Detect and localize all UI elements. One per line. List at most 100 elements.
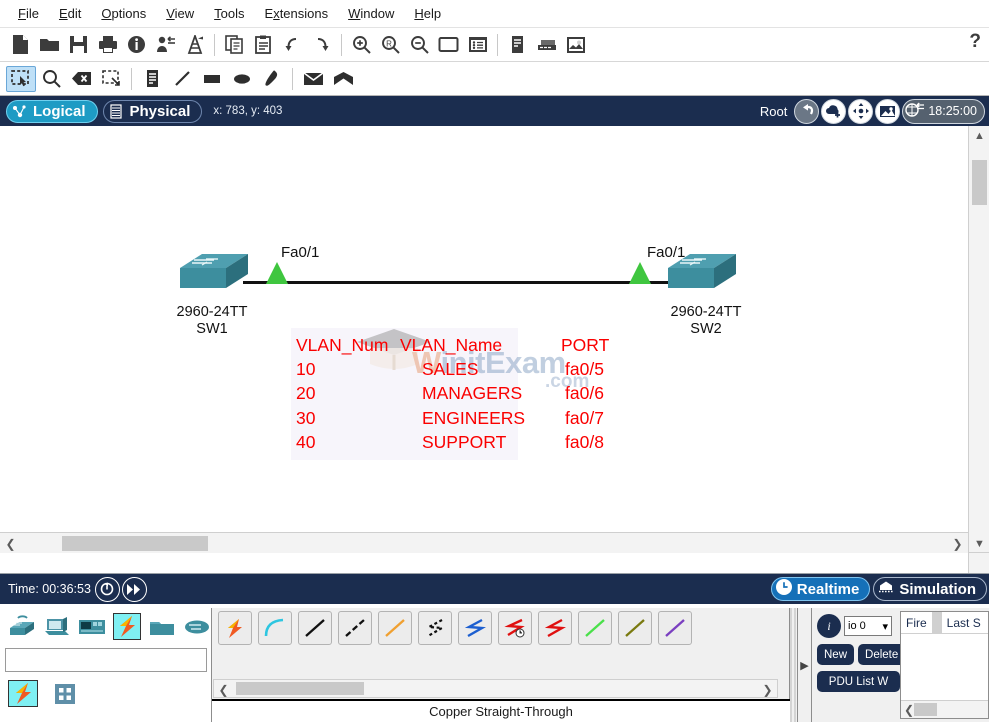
octal-cable-icon[interactable] <box>578 611 612 645</box>
canvas-hscrollbar[interactable]: ❮ ❯ <box>0 532 968 553</box>
menu-help[interactable]: Help <box>404 3 451 24</box>
menu-window[interactable]: Window <box>338 3 404 24</box>
complex-pdu-icon[interactable] <box>328 66 358 92</box>
canvas-vscroll-thumb[interactable] <box>972 160 987 205</box>
print-icon[interactable] <box>93 31 122 59</box>
draw-rectangle-icon[interactable] <box>197 66 227 92</box>
logical-canvas[interactable]: 2960-24TTSW1 Fa0/1 2960-24TTSW2 Fa0/1 <box>0 126 968 553</box>
menu-edit[interactable]: Edit <box>49 3 91 24</box>
redo-icon[interactable] <box>307 31 336 59</box>
connections-hscrollbar[interactable]: ❮ ❯ <box>213 679 778 698</box>
back-icon[interactable] <box>794 98 820 124</box>
toolbar-device-icon[interactable] <box>532 31 561 59</box>
new-cluster-icon[interactable] <box>821 98 847 124</box>
palette-icon[interactable] <box>434 31 463 59</box>
copper-cross-over-icon[interactable] <box>338 611 372 645</box>
pdu-table-hscrollbar[interactable]: ❮ <box>901 700 988 718</box>
zoom-in-icon[interactable] <box>347 31 376 59</box>
vlan-row-1-name: MANAGERS <box>422 383 523 404</box>
draw-line-icon[interactable] <box>167 66 197 92</box>
scenario-select[interactable]: io 0 ▾ <box>844 616 892 636</box>
network-info-icon[interactable] <box>151 31 180 59</box>
fiber-cable-icon[interactable] <box>378 611 412 645</box>
category-end-devices-icon[interactable] <box>43 613 71 640</box>
link-status-sw1-icon <box>266 262 288 284</box>
delete-icon[interactable] <box>66 66 96 92</box>
select-icon[interactable] <box>6 65 36 92</box>
category-multiuser-icon[interactable] <box>183 613 211 640</box>
pdu-col-fire[interactable]: Fire <box>901 616 932 630</box>
scroll-right-icon[interactable]: ❯ <box>947 533 968 553</box>
undo-icon[interactable] <box>278 31 307 59</box>
canvas-vscrollbar[interactable]: ▲ ▼ <box>968 126 989 553</box>
draw-ellipse-icon[interactable] <box>227 66 257 92</box>
scroll-down-icon[interactable]: ▼ <box>969 534 989 553</box>
delete-scenario-button[interactable]: Delete <box>858 644 906 665</box>
category-connections-icon[interactable] <box>113 613 141 640</box>
menu-options[interactable]: Options <box>91 3 156 24</box>
automatically-choose-connection-icon[interactable] <box>218 611 252 645</box>
category-network-devices-icon[interactable] <box>8 613 36 640</box>
serial-dte-icon[interactable] <box>538 611 572 645</box>
phone-cable-icon[interactable] <box>418 611 452 645</box>
save-icon[interactable] <box>64 31 93 59</box>
menu-file[interactable]: File <box>8 3 49 24</box>
zoom-out-icon[interactable] <box>405 31 434 59</box>
iot-custom-cable-icon[interactable] <box>618 611 652 645</box>
fast-forward-time-icon[interactable] <box>121 576 147 602</box>
mode-realtime[interactable]: Realtime <box>770 577 871 601</box>
canvas-hscroll-thumb[interactable] <box>62 536 208 551</box>
menu-extensions[interactable]: Extensions <box>255 3 339 24</box>
toolbar-image-icon[interactable] <box>561 31 590 59</box>
copy-icon[interactable] <box>220 31 249 59</box>
selected-connection-label: Copper Straight-Through <box>212 699 790 722</box>
paste-icon[interactable] <box>249 31 278 59</box>
toolbar-list-icon[interactable] <box>503 31 532 59</box>
menu-view[interactable]: View <box>156 3 204 24</box>
help-question-icon[interactable]: ? <box>969 31 981 53</box>
draw-freeform-icon[interactable] <box>257 66 287 92</box>
device-search-input[interactable] <box>5 648 207 672</box>
tab-logical[interactable]: Logical <box>6 99 98 123</box>
mode-simulation[interactable]: Simulation <box>873 577 987 601</box>
zoom-reset-icon[interactable]: R <box>376 31 405 59</box>
set-tiled-background-icon[interactable] <box>875 98 901 124</box>
new-file-icon[interactable] <box>6 31 35 59</box>
activity-wizard-icon[interactable] <box>122 31 151 59</box>
toggle-pdu-list-window-button[interactable]: PDU List W <box>817 671 900 692</box>
open-folder-icon[interactable] <box>35 31 64 59</box>
inspect-icon[interactable] <box>36 66 66 92</box>
resize-shape-icon[interactable] <box>96 66 126 92</box>
custom-devices-dialog-icon[interactable] <box>463 31 492 59</box>
console-cable-icon[interactable] <box>258 611 292 645</box>
viewport-clock[interactable]: 18:25:00 <box>902 98 985 124</box>
usb-cable-icon[interactable] <box>658 611 692 645</box>
tab-physical[interactable]: Physical <box>102 99 203 123</box>
expand-pdu-panel-icon[interactable]: ▶ <box>798 608 812 722</box>
device-sw1[interactable] <box>172 250 252 300</box>
pdu-hscroll-thumb[interactable] <box>914 703 937 716</box>
subcategory-grid-view-icon[interactable] <box>50 680 80 707</box>
simple-pdu-icon[interactable] <box>298 66 328 92</box>
subcategory-connections-icon[interactable] <box>8 680 38 707</box>
pdu-col-last-status[interactable]: Last S <box>942 616 986 630</box>
power-cycle-devices-icon[interactable] <box>94 576 120 602</box>
connections-scroll-left-icon[interactable]: ❮ <box>214 680 233 699</box>
new-scenario-button[interactable]: New <box>817 644 855 665</box>
move-object-icon[interactable] <box>848 98 874 124</box>
copper-straight-through-icon[interactable] <box>298 611 332 645</box>
scroll-up-icon[interactable]: ▲ <box>969 126 989 145</box>
connections-hscroll-thumb[interactable] <box>236 682 364 695</box>
connections-scroll-right-icon[interactable]: ❯ <box>758 680 777 699</box>
link-copper-straight-through[interactable] <box>243 281 673 284</box>
place-note-icon[interactable] <box>137 66 167 92</box>
custom-devices-icon[interactable] <box>180 31 209 59</box>
menu-tools[interactable]: Tools <box>204 3 254 24</box>
scroll-left-icon[interactable]: ❮ <box>0 533 21 553</box>
coaxial-cable-icon[interactable] <box>458 611 492 645</box>
serial-dce-icon[interactable] <box>498 611 532 645</box>
info-icon[interactable]: i <box>817 614 841 638</box>
category-miscellaneous-icon[interactable] <box>148 613 176 640</box>
category-components-icon[interactable] <box>78 613 106 640</box>
panel-grip[interactable] <box>790 608 798 722</box>
